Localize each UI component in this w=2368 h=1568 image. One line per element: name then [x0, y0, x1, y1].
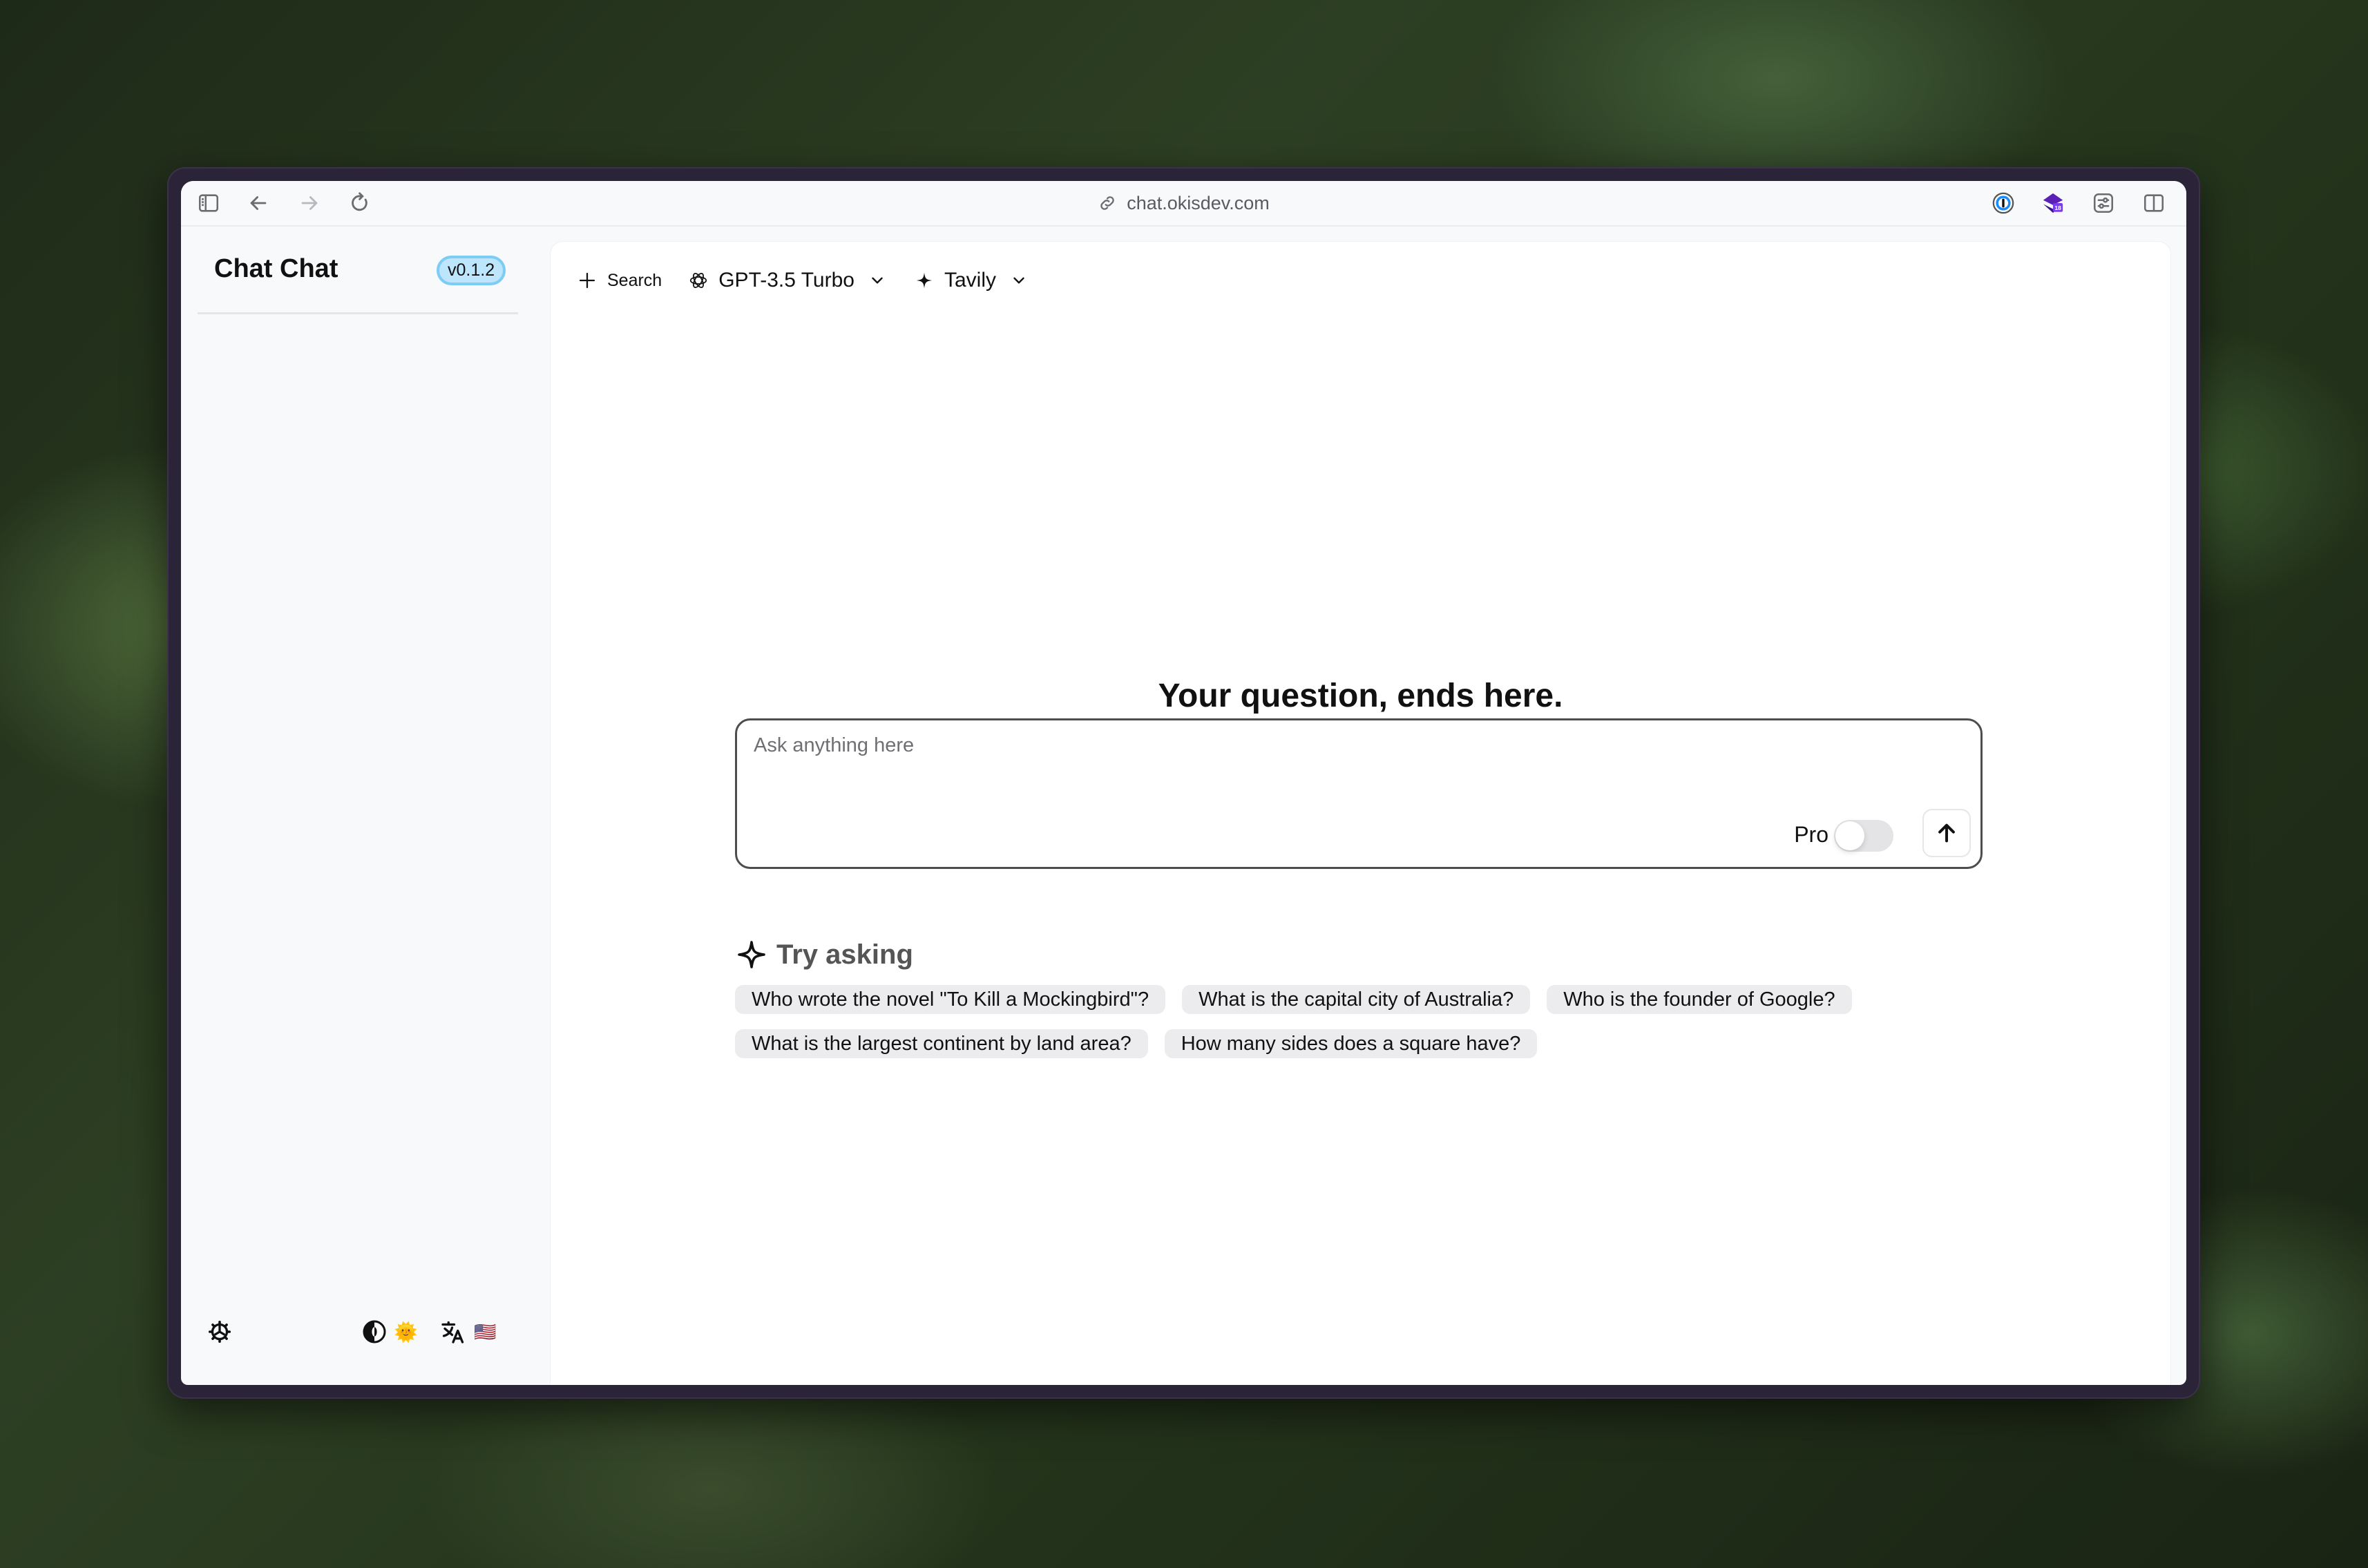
extension-button[interactable]: 18 — [2041, 191, 2065, 216]
sparkle-icon — [916, 272, 933, 289]
reload-icon — [352, 192, 367, 211]
gear-icon — [208, 1320, 231, 1344]
filter-settings-button[interactable] — [2091, 191, 2116, 216]
sidebar-footer: 🌞 🇺🇸 — [181, 1314, 551, 1349]
back-button[interactable] — [246, 191, 271, 216]
plus-icon — [579, 272, 595, 289]
password-manager-icon — [1992, 192, 2014, 214]
reload-button[interactable] — [348, 191, 373, 216]
browser-toolbar: chat.okisdev.com 18 — [181, 181, 2186, 227]
contrast-icon — [363, 1320, 386, 1344]
theme-switcher[interactable]: 🌞 — [362, 1317, 418, 1346]
suggestion-chip[interactable]: What is the capital city of Australia? — [1182, 985, 1531, 1014]
model-selector[interactable]: GPT-3.5 Turbo — [688, 269, 886, 292]
version-badge: v0.1.2 — [437, 256, 506, 285]
back-arrow-icon — [250, 196, 267, 210]
sidebar: Chat Chat v0.1.2 🌞 🇺🇸 — [181, 227, 551, 1385]
suggestion-chip[interactable]: Who is the founder of Google? — [1547, 985, 1852, 1014]
page-heading: Your question, ends here. — [1158, 678, 1563, 714]
translate-icon — [441, 1321, 464, 1344]
arrow-up-icon — [1938, 823, 1955, 843]
chevron-down-icon — [872, 277, 883, 284]
app-title: Chat Chat — [214, 254, 338, 283]
question-input[interactable] — [752, 733, 1929, 805]
settings-button[interactable] — [207, 1317, 232, 1346]
link-icon — [1100, 196, 1114, 210]
split-view-button[interactable] — [2141, 191, 2166, 216]
theme-value: 🌞 — [394, 1321, 418, 1343]
sidebar-divider — [198, 312, 518, 314]
new-search-label: Search — [607, 270, 662, 290]
extension-badge: 18 — [2054, 204, 2061, 211]
language-switcher[interactable]: 🇺🇸 — [441, 1317, 496, 1346]
try-asking-title: Try asking — [776, 939, 913, 970]
search-provider-label: Tavily — [944, 269, 996, 291]
sidebar-toggle-button[interactable] — [196, 191, 221, 216]
language-flag: 🇺🇸 — [474, 1321, 497, 1342]
extension-icon: 18 — [2043, 193, 2063, 213]
search-provider-selector[interactable]: Tavily — [914, 269, 1028, 292]
forward-arrow-icon — [301, 196, 318, 210]
send-button[interactable] — [1922, 809, 1971, 857]
sidebar-toggle-icon — [198, 194, 219, 212]
suggestion-list: Who wrote the novel "To Kill a Mockingbi… — [735, 985, 1992, 1058]
question-input-box: Pro — [735, 718, 1983, 869]
sparkle-outline-icon — [738, 941, 765, 968]
model-label: GPT-3.5 Turbo — [718, 269, 854, 291]
address-bar[interactable]: chat.okisdev.com — [181, 181, 2186, 225]
suggestion-chip[interactable]: What is the largest continent by land ar… — [735, 1029, 1148, 1058]
chevron-down-icon — [1013, 277, 1024, 284]
browser-window: chat.okisdev.com 18 Chat Chat v0.1.2 🌞 🇺… — [181, 181, 2186, 1385]
toggle-knob — [1835, 821, 1864, 850]
split-view-icon — [2143, 194, 2164, 212]
openai-icon — [690, 273, 707, 288]
main-panel: Search GPT-3.5 Turbo Tavily Your questio… — [551, 242, 2170, 1385]
try-asking-heading: Try asking — [735, 938, 913, 971]
pro-toggle[interactable] — [1834, 820, 1893, 852]
password-manager-button[interactable] — [1991, 191, 2016, 216]
url-text: chat.okisdev.com — [1127, 192, 1270, 213]
suggestion-chip[interactable]: How many sides does a square have? — [1164, 1029, 1538, 1058]
pro-label: Pro — [1794, 822, 1828, 847]
browser-frame: chat.okisdev.com 18 Chat Chat v0.1.2 🌞 🇺… — [167, 167, 2200, 1399]
chat-toolbar: Search GPT-3.5 Turbo Tavily — [577, 261, 1056, 300]
forward-button[interactable] — [297, 191, 322, 216]
new-search-button[interactable]: Search — [577, 270, 662, 291]
filter-settings-icon — [2093, 193, 2114, 213]
suggestion-chip[interactable]: Who wrote the novel "To Kill a Mockingbi… — [735, 985, 1166, 1014]
